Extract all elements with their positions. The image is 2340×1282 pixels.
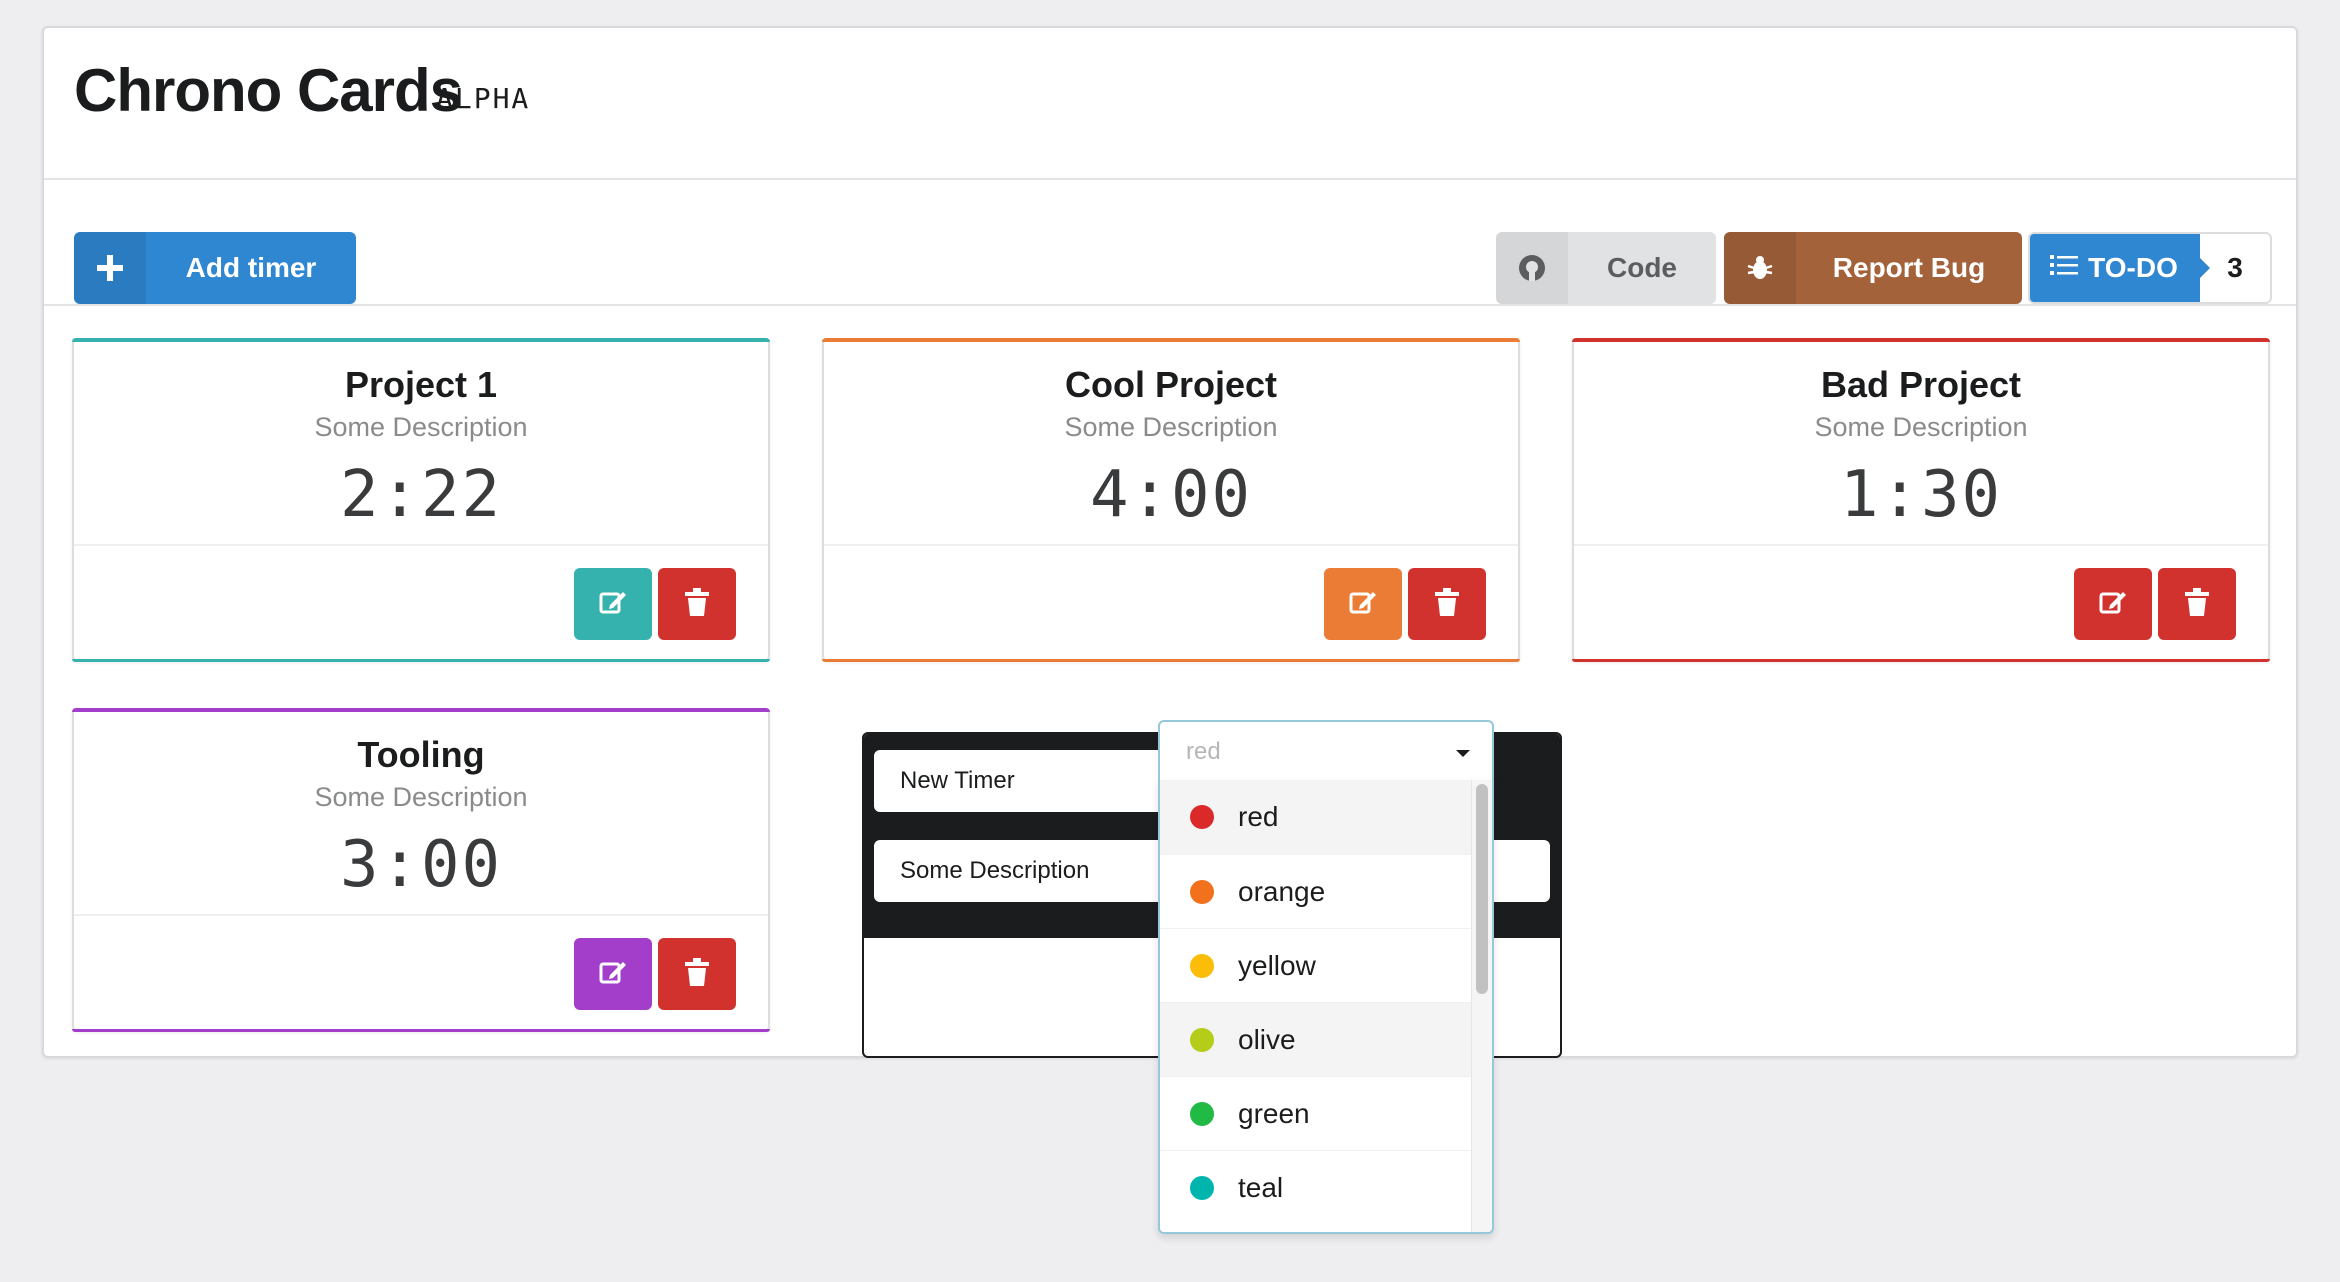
timer-card: Tooling Some Description 3:00 xyxy=(72,708,770,1032)
color-option-orange[interactable]: orange xyxy=(1160,854,1474,929)
color-option-yellow[interactable]: yellow xyxy=(1160,928,1474,1003)
list-icon xyxy=(2050,252,2079,284)
todo-count: 3 xyxy=(2227,252,2243,283)
todo-main: TO-DO xyxy=(2030,234,2210,302)
trash-icon xyxy=(1435,587,1459,621)
scrollbar-thumb[interactable] xyxy=(1476,784,1488,994)
scrollbar[interactable] xyxy=(1471,780,1492,1232)
color-dot xyxy=(1190,1102,1214,1126)
color-dot xyxy=(1190,954,1214,978)
color-dot xyxy=(1190,1176,1214,1200)
code-button[interactable]: Code xyxy=(1496,232,1716,304)
edit-button[interactable] xyxy=(574,568,652,640)
color-option-label: green xyxy=(1238,1098,1310,1129)
edit-button[interactable] xyxy=(574,938,652,1010)
card-description: Some Description xyxy=(1814,412,2028,442)
color-select-placeholder: red xyxy=(1186,738,1221,765)
card-title: Cool Project xyxy=(1064,364,1278,405)
card-time: 1:30 xyxy=(1839,458,2003,532)
color-option-teal[interactable]: teal xyxy=(1160,1150,1474,1225)
bug-icon xyxy=(1724,232,1796,304)
add-timer-label: Add timer xyxy=(185,252,317,283)
color-dot xyxy=(1190,805,1214,829)
card-divider xyxy=(74,544,768,546)
trash-icon xyxy=(2185,587,2209,621)
report-bug-button[interactable]: Report Bug xyxy=(1724,232,2022,304)
card-description: Some Description xyxy=(314,782,528,812)
card-color-bar xyxy=(822,338,1520,342)
color-select[interactable]: red xyxy=(1158,720,1494,782)
card-title: Project 1 xyxy=(344,364,498,405)
delete-button[interactable] xyxy=(2158,568,2236,640)
todo-label: TO-DO xyxy=(2088,252,2178,283)
card-description: Some Description xyxy=(1064,412,1278,442)
color-option-label: orange xyxy=(1238,876,1326,907)
color-option-label: olive xyxy=(1238,1024,1296,1055)
header: Chrono Cards ALPHA xyxy=(44,28,2296,180)
app-title: Chrono Cards xyxy=(74,57,463,124)
card-color-bar xyxy=(72,338,770,342)
edit-icon xyxy=(1348,587,1378,622)
card-description: Some Description xyxy=(314,412,528,442)
timer-card: Project 1 Some Description 2:22 xyxy=(72,338,770,662)
delete-button[interactable] xyxy=(658,938,736,1010)
edit-icon xyxy=(598,587,628,622)
color-select-menu: red orange yellow olive green teal xyxy=(1158,780,1494,1234)
card-time: 2:22 xyxy=(339,458,503,532)
plus-icon xyxy=(74,232,146,304)
color-option-label: red xyxy=(1238,801,1279,832)
color-option-label: teal xyxy=(1238,1172,1284,1203)
toolbar: Add timer Code Report Bug TO-DO 3 xyxy=(44,180,2296,306)
card-bottom-bar xyxy=(1572,659,2270,662)
card-title: Bad Project xyxy=(1820,364,2022,405)
timer-card: Cool Project Some Description 4:00 xyxy=(822,338,1520,662)
trash-icon xyxy=(685,587,709,621)
edit-icon xyxy=(2098,587,2128,622)
delete-button[interactable] xyxy=(1408,568,1486,640)
color-option-label: yellow xyxy=(1238,950,1316,981)
card-time: 3:00 xyxy=(339,828,503,902)
report-bug-label: Report Bug xyxy=(1832,252,1986,283)
edit-icon xyxy=(598,957,628,992)
trash-icon xyxy=(685,957,709,991)
card-color-bar xyxy=(72,708,770,712)
card-divider xyxy=(74,914,768,916)
card-bottom-bar xyxy=(72,1029,770,1032)
card-title: Tooling xyxy=(357,734,485,775)
card-time: 4:00 xyxy=(1089,458,1253,532)
card-bottom-bar xyxy=(72,659,770,662)
chevron-down-icon xyxy=(1456,750,1470,757)
card-divider xyxy=(824,544,1518,546)
card-bottom-bar xyxy=(822,659,1520,662)
card-divider xyxy=(1574,544,2268,546)
delete-button[interactable] xyxy=(658,568,736,640)
color-dot xyxy=(1190,1028,1214,1052)
add-timer-button[interactable]: Add timer xyxy=(74,232,356,304)
color-option-red[interactable]: red xyxy=(1160,780,1474,854)
edit-button[interactable] xyxy=(2074,568,2152,640)
color-dot xyxy=(1190,880,1214,904)
alpha-badge: ALPHA xyxy=(436,82,531,115)
color-option-green[interactable]: green xyxy=(1160,1076,1474,1151)
card-color-bar xyxy=(1572,338,2270,342)
timer-card: Bad Project Some Description 1:30 xyxy=(1572,338,2270,662)
todo-button[interactable]: TO-DO 3 xyxy=(2028,232,2272,304)
color-option-olive[interactable]: olive xyxy=(1160,1002,1474,1077)
timer-name-input[interactable]: New Timer xyxy=(874,750,1178,812)
code-label: Code xyxy=(1607,252,1677,283)
edit-button[interactable] xyxy=(1324,568,1402,640)
github-icon xyxy=(1496,232,1568,304)
